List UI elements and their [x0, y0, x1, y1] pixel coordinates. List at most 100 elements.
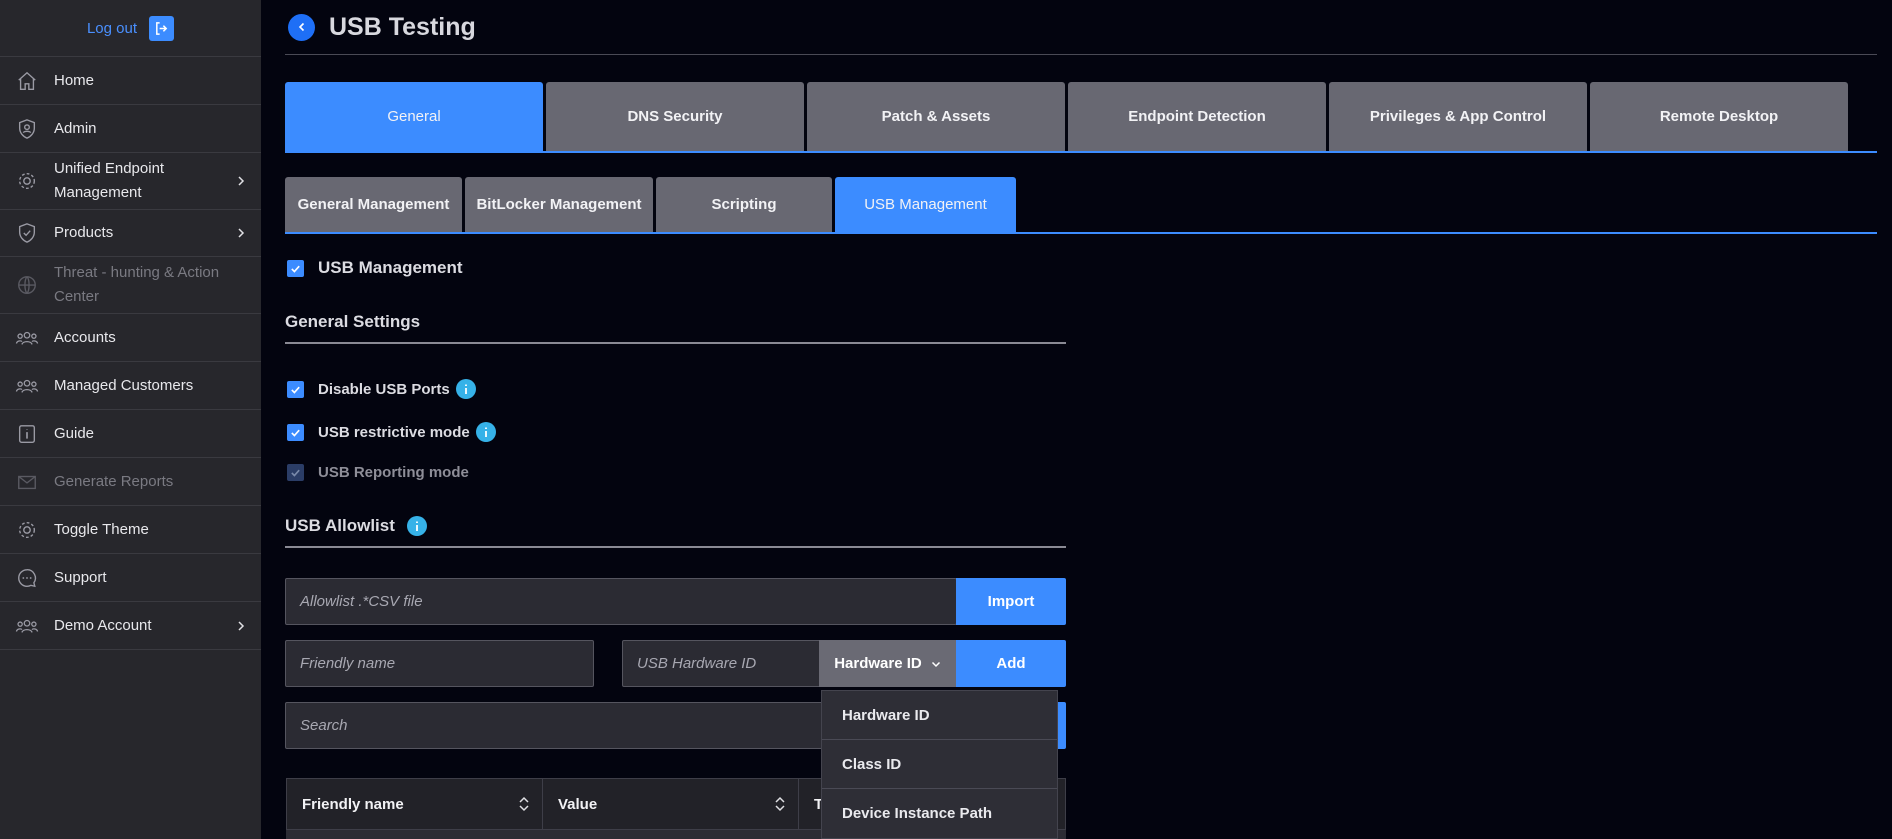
disable-usb-ports-label: Disable USB Ports — [318, 380, 450, 398]
general-settings-heading: General Settings — [285, 312, 421, 331]
sidebar-item-label: Home — [54, 71, 95, 89]
dropdown-option-hardware-id[interactable]: Hardware ID — [822, 691, 1057, 740]
column-label: Value — [558, 795, 598, 813]
check-icon — [291, 469, 300, 477]
usb-reporting-mode-checkbox — [287, 464, 304, 481]
tab-general-management[interactable]: General Management — [285, 177, 462, 232]
tab-bitlocker-management[interactable]: BitLocker Management — [465, 177, 653, 232]
chevron-down-icon — [931, 661, 940, 667]
home-icon — [15, 69, 39, 93]
usb-reporting-mode-label: USB Reporting mode — [318, 464, 469, 481]
tab-endpoint-detection[interactable]: Endpoint Detection — [1068, 82, 1326, 151]
sidebar-item-label: Managed Customers — [54, 376, 194, 394]
add-button[interactable]: Add — [956, 640, 1066, 687]
usb-restrictive-mode-option[interactable]: USB restrictive mode — [287, 422, 496, 442]
sidebar-item-label: Products — [54, 224, 114, 241]
users-icon — [15, 614, 39, 638]
sort-icon — [775, 796, 785, 812]
dropdown-option-class-id[interactable]: Class ID — [822, 740, 1057, 789]
info-box-icon — [15, 422, 39, 446]
sort-icon — [519, 796, 529, 812]
sidebar: Log out Home Admin Unified Endpoint Mana… — [0, 0, 261, 839]
usb-allowlist-heading: USB Allowlist — [285, 516, 395, 535]
tab-patch-assets[interactable]: Patch & Assets — [807, 82, 1065, 151]
sidebar-item-toggle-theme[interactable]: Toggle Theme — [0, 506, 261, 554]
sidebar-item-managed-customers[interactable]: Managed Customers — [0, 362, 261, 410]
top-tabs: General DNS Security Patch & Assets Endp… — [285, 82, 1877, 153]
allowlist-file-input[interactable]: Allowlist .*CSV file — [285, 578, 957, 625]
globe-icon — [15, 273, 39, 297]
sidebar-item-support[interactable]: Support — [0, 554, 261, 602]
sidebar-item-label: Unified Endpoint Management — [54, 160, 165, 201]
sidebar-item-admin[interactable]: Admin — [0, 105, 261, 153]
logout-row[interactable]: Log out — [0, 0, 261, 57]
usb-restrictive-mode-checkbox[interactable] — [287, 423, 304, 441]
tab-scripting[interactable]: Scripting — [656, 177, 832, 232]
info-icon[interactable] — [406, 516, 427, 536]
usb-hardware-id-input[interactable]: USB Hardware ID — [622, 640, 822, 687]
dropdown-option-device-instance-path[interactable]: Device Instance Path — [822, 789, 1057, 838]
logout-icon[interactable] — [149, 15, 175, 41]
page-title: USB Testing — [329, 12, 476, 41]
usb-allowlist-title: USB Allowlist — [285, 516, 1066, 548]
sidebar-item-label: Support — [54, 568, 107, 586]
chevron-right-icon — [238, 176, 245, 186]
id-type-select[interactable]: Hardware ID — [819, 640, 957, 687]
page-header: USB Testing — [285, 0, 1877, 55]
general-settings-title: General Settings — [285, 312, 1066, 344]
user-shield-icon — [15, 117, 39, 141]
main-content: USB Testing General DNS Security Patch &… — [285, 0, 1877, 839]
sidebar-item-home[interactable]: Home — [0, 57, 261, 105]
usb-management-checkbox[interactable] — [287, 259, 304, 277]
chevron-right-icon — [238, 620, 245, 631]
back-button[interactable] — [288, 13, 315, 41]
sidebar-item-unified-endpoint-management[interactable]: Unified Endpoint Management — [0, 153, 261, 210]
users-icon — [15, 326, 39, 350]
users-icon — [15, 374, 39, 398]
logout-link[interactable]: Log out — [87, 20, 137, 37]
sidebar-item-label: Threat - hunting & Action Center — [54, 264, 220, 305]
sidebar-item-generate-reports[interactable]: Generate Reports — [0, 458, 261, 506]
info-icon[interactable] — [475, 422, 496, 442]
gear-icon — [15, 518, 39, 542]
usb-reporting-mode-option: USB Reporting mode — [287, 464, 469, 481]
mail-icon — [15, 470, 39, 494]
friendly-name-input[interactable]: Friendly name — [285, 640, 594, 687]
column-value[interactable]: Value — [543, 779, 799, 829]
tab-remote-desktop[interactable]: Remote Desktop — [1590, 82, 1848, 151]
tab-privileges-app-control[interactable]: Privileges & App Control — [1329, 82, 1587, 151]
sidebar-item-label: Guide — [54, 424, 95, 442]
chevron-left-icon — [298, 22, 304, 32]
tab-dns-security[interactable]: DNS Security — [546, 82, 804, 151]
usb-management-label: USB Management — [318, 258, 463, 277]
sidebar-item-demo-account[interactable]: Demo Account — [0, 602, 261, 650]
id-type-dropdown: Hardware ID Class ID Device Instance Pat… — [821, 690, 1058, 839]
sidebar-item-accounts[interactable]: Accounts — [0, 314, 261, 362]
sidebar-item-threat-hunting[interactable]: Threat - hunting & Action Center — [0, 257, 261, 314]
sidebar-item-label: Generate Reports — [54, 472, 174, 490]
sidebar-item-label: Toggle Theme — [54, 520, 149, 538]
column-label: Friendly name — [302, 795, 404, 813]
import-button[interactable]: Import — [956, 578, 1066, 625]
usb-management-toggle[interactable]: USB Management — [287, 258, 463, 278]
chevron-right-icon — [238, 228, 245, 238]
sub-tabs: General Management BitLocker Management … — [285, 177, 1877, 234]
sidebar-item-label: Admin — [54, 119, 97, 137]
info-icon[interactable] — [455, 379, 476, 399]
column-friendly-name[interactable]: Friendly name — [287, 779, 543, 829]
sidebar-item-products[interactable]: Products — [0, 210, 261, 257]
tab-usb-management[interactable]: USB Management — [835, 177, 1016, 232]
disable-usb-ports-option[interactable]: Disable USB Ports — [287, 379, 476, 399]
usb-restrictive-mode-label: USB restrictive mode — [318, 423, 470, 441]
check-icon — [291, 429, 300, 437]
sidebar-item-guide[interactable]: Guide — [0, 410, 261, 458]
sidebar-item-label: Demo Account — [54, 616, 152, 634]
check-icon — [291, 386, 300, 394]
chat-icon — [15, 566, 39, 590]
tab-general[interactable]: General — [285, 82, 543, 151]
shield-icon — [15, 221, 39, 245]
gear-icon — [15, 169, 39, 193]
sidebar-item-label: Accounts — [54, 328, 116, 346]
disable-usb-ports-checkbox[interactable] — [287, 380, 304, 398]
check-icon — [291, 265, 300, 273]
